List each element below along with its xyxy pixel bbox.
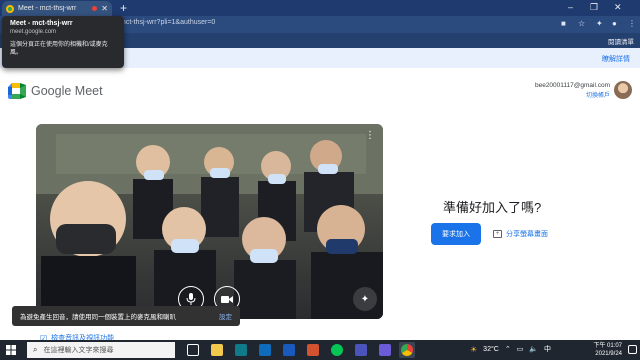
notification-icon[interactable]: [628, 345, 637, 354]
language-icon[interactable]: 中: [544, 344, 551, 354]
switch-account-link[interactable]: 切換帳戶: [586, 90, 610, 99]
line-icon[interactable]: [331, 344, 343, 356]
snackbar-settings-button[interactable]: 設定: [219, 311, 232, 321]
star-icon[interactable]: ☆: [578, 19, 585, 28]
mail-icon[interactable]: [259, 344, 271, 356]
network-icon[interactable]: ▭: [517, 345, 524, 353]
powerpoint-icon[interactable]: [307, 344, 319, 356]
reading-list-button[interactable]: 閱讀清單: [608, 36, 634, 46]
camera-in-use-icon[interactable]: ■: [561, 19, 566, 28]
snackbar-message: 為避免產生回音，請使用同一個裝置上的麥克風和喇叭: [20, 314, 176, 321]
store-icon[interactable]: [235, 344, 247, 356]
system-tray: ☀ 32°C ⌃ ▭ 🔈 中: [470, 344, 551, 354]
temperature: 32°C: [483, 345, 499, 353]
tooltip-title: Meet - mct-thsj-wrr: [10, 20, 73, 27]
avatar[interactable]: [614, 81, 632, 99]
group-selfie-image: [36, 124, 383, 319]
visual-effects-button[interactable]: ✦: [353, 287, 377, 311]
teams-icon[interactable]: [355, 344, 367, 356]
camera-preview: ⋮ ✦: [36, 124, 383, 319]
tray-expand-icon[interactable]: ⌃: [505, 345, 511, 353]
tab-title: Meet - mct-thsj-wrr: [18, 5, 77, 12]
ask-to-join-button[interactable]: 要求加入: [431, 223, 481, 245]
word-icon[interactable]: [283, 344, 295, 356]
tab-tooltip: Meet - mct-thsj-wrr meet.google.com 這個分頁…: [2, 16, 124, 68]
menu-icon[interactable]: ⋮: [628, 19, 636, 28]
tooltip-message: 這個分頁正在使用你的相機和/或麥克風。: [10, 42, 108, 56]
windows-taskbar: ⌕ 在這裡輸入文字來搜尋 ☀ 32°C ⌃ ▭ 🔈 中 下午 01:07 202…: [0, 340, 640, 360]
taskbar-search-placeholder: 在這裡輸入文字來搜尋: [43, 347, 114, 354]
present-screen-icon: +: [493, 230, 502, 238]
google-meet-brand: Google Meet: [31, 84, 103, 98]
more-options-icon[interactable]: ⋮: [365, 130, 375, 141]
learn-more-link[interactable]: 瞭解詳情: [602, 54, 630, 64]
chrome-icon: [401, 344, 413, 356]
present-button-label: 分享螢幕畫面: [506, 231, 548, 238]
close-window-icon[interactable]: ✕: [614, 2, 622, 13]
task-view-icon[interactable]: [187, 344, 199, 356]
maximize-icon[interactable]: ❐: [590, 2, 598, 13]
tab-meet[interactable]: Meet - mct-thsj-wrr ✕: [2, 1, 112, 16]
tooltip-domain: meet.google.com: [10, 29, 57, 35]
present-button[interactable]: + 分享螢幕畫面: [493, 229, 548, 239]
meet-favicon-icon: [6, 4, 14, 13]
profile-icon[interactable]: ●: [612, 19, 617, 28]
browser-tab-bar: Meet - mct-thsj-wrr ✕ + – ❐ ✕: [0, 0, 640, 16]
volume-icon[interactable]: 🔈: [529, 345, 538, 353]
account-email: bee20001117@gmail.com: [534, 82, 610, 89]
clock-date: 2021/9/24: [595, 351, 622, 357]
app-icon[interactable]: [379, 344, 391, 356]
microphone-icon: [186, 293, 196, 305]
taskbar-search-box[interactable]: ⌕ 在這裡輸入文字來搜尋: [27, 342, 175, 358]
recording-indicator-icon: [92, 6, 98, 11]
search-icon: ⌕: [33, 345, 38, 354]
echo-warning-snackbar: 為避免產生回音，請使用同一個裝置上的麥克風和喇叭 設定: [12, 306, 240, 326]
sparkle-icon: ✦: [360, 293, 370, 305]
extensions-icon[interactable]: ✦: [596, 19, 603, 28]
close-tab-icon[interactable]: ✕: [101, 4, 108, 13]
taskbar-clock[interactable]: 下午 01:07 2021/9/24: [593, 342, 622, 358]
windows-start-icon[interactable]: [6, 345, 16, 355]
url-field[interactable]: mct-thsj-wrr?pli=1&authuser=0: [120, 19, 215, 26]
new-tab-button[interactable]: +: [120, 1, 127, 15]
minimize-icon[interactable]: –: [568, 2, 573, 12]
clock-time: 下午 01:07: [593, 343, 622, 349]
ready-to-join-heading: 準備好加入了嗎?: [443, 200, 542, 215]
google-meet-logo-icon: [8, 83, 26, 99]
weather-sun-icon: ☀: [470, 344, 478, 354]
camera-icon: [221, 295, 233, 303]
file-explorer-icon[interactable]: [211, 344, 223, 356]
